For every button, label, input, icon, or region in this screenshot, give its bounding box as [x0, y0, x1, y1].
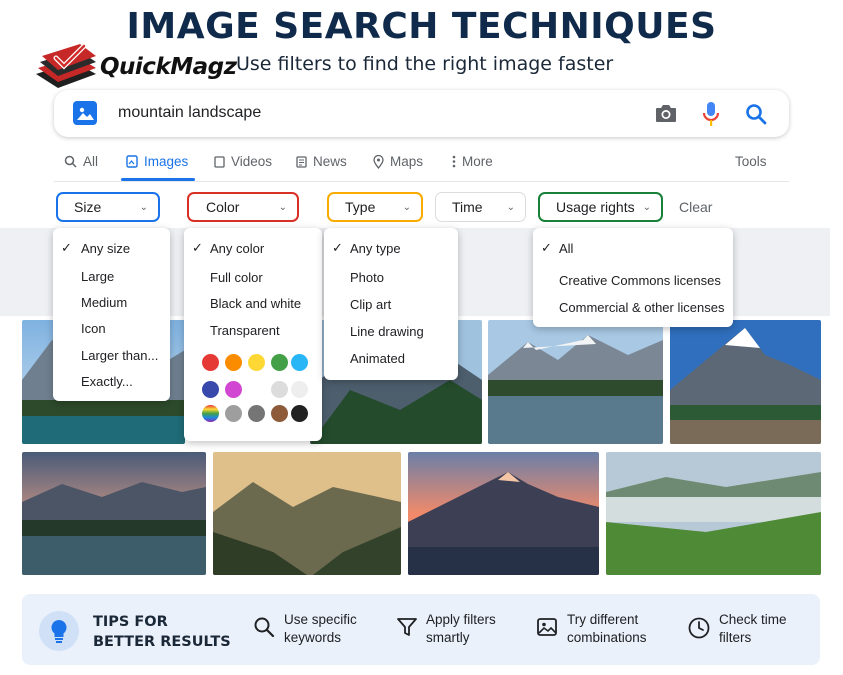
color-option[interactable]: Black and white: [210, 296, 301, 311]
filter-icon: [397, 618, 417, 636]
chevron-down-icon: ⌄: [402, 201, 411, 213]
color-swatch[interactable]: [225, 381, 242, 398]
color-swatch[interactable]: [271, 405, 288, 422]
search-input[interactable]: mountain landscape: [118, 104, 261, 122]
image-result[interactable]: [22, 452, 206, 575]
brand-logo-icon: [36, 44, 96, 88]
tabs-divider: [54, 181, 789, 182]
color-swatch[interactable]: [248, 405, 265, 422]
color-swatch[interactable]: [291, 405, 308, 422]
usage-option[interactable]: Commercial & other licenses: [559, 300, 724, 315]
size-option-any[interactable]: Any size: [81, 241, 130, 256]
tab-label: More: [462, 154, 493, 169]
filter-label: Type: [345, 199, 376, 215]
tab-label: Maps: [390, 154, 424, 169]
color-swatch[interactable]: [225, 405, 242, 422]
filter-label: Color: [206, 199, 240, 215]
tips-title: TIPS FOR BETTER RESULTS: [93, 614, 231, 650]
map-pin-icon: [373, 154, 384, 169]
tab-all[interactable]: All: [64, 154, 98, 169]
size-option[interactable]: Exactly...: [81, 374, 133, 389]
search-icon[interactable]: [744, 102, 768, 126]
size-option[interactable]: Large: [81, 269, 114, 284]
size-filter[interactable]: Size ⌄: [56, 192, 160, 222]
filter-label: Size: [74, 199, 102, 215]
page-title: IMAGE SEARCH TECHNIQUES: [126, 6, 717, 47]
type-option[interactable]: Clip art: [350, 297, 391, 312]
time-filter[interactable]: Time ⌄: [435, 192, 526, 222]
check-icon: ✓: [192, 240, 203, 255]
microphone-icon[interactable]: [701, 101, 721, 127]
image-result[interactable]: [670, 320, 821, 444]
type-option[interactable]: Line drawing: [350, 324, 424, 339]
clear-button[interactable]: Clear: [679, 199, 712, 215]
chevron-down-icon: ⌄: [506, 201, 515, 213]
image-result[interactable]: [213, 452, 401, 575]
filter-label: Time: [452, 199, 483, 215]
search-icon: [254, 617, 275, 638]
chevron-down-icon: ⌄: [139, 201, 148, 213]
search-icon: [64, 155, 77, 168]
tools-button[interactable]: Tools: [735, 154, 767, 169]
lightbulb-icon: [39, 611, 79, 651]
color-swatch[interactable]: [225, 354, 242, 371]
image-search-icon: [73, 101, 97, 125]
check-icon: ✓: [541, 240, 552, 255]
image-icon: [126, 155, 138, 168]
chevron-down-icon: ⌄: [278, 201, 287, 213]
image-result[interactable]: [606, 452, 821, 575]
camera-icon[interactable]: [654, 102, 678, 124]
color-swatch[interactable]: [202, 354, 219, 371]
brand-name: QuickMagz: [100, 54, 237, 80]
color-swatch[interactable]: [202, 405, 219, 422]
size-option[interactable]: Larger than...: [81, 348, 158, 363]
type-option[interactable]: Photo: [350, 270, 384, 285]
clock-icon: [688, 617, 710, 639]
size-option[interactable]: Medium: [81, 295, 127, 310]
tab-images[interactable]: Images: [126, 154, 188, 169]
tab-maps[interactable]: Maps: [373, 154, 423, 169]
color-swatch[interactable]: [248, 381, 265, 398]
more-vert-icon: [452, 155, 456, 168]
chevron-down-icon: ⌄: [642, 201, 651, 213]
image-result[interactable]: [408, 452, 599, 575]
tab-label: All: [83, 154, 99, 169]
tab-videos[interactable]: Videos: [214, 154, 272, 169]
size-option[interactable]: Icon: [81, 321, 106, 336]
color-option[interactable]: Full color: [210, 270, 263, 285]
color-swatch[interactable]: [291, 381, 308, 398]
video-icon: [214, 155, 225, 168]
filter-label: Usage rights: [556, 199, 635, 215]
color-swatch[interactable]: [202, 381, 219, 398]
tab-more[interactable]: More: [452, 154, 493, 169]
check-icon: ✓: [332, 240, 343, 255]
usage-rights-filter[interactable]: Usage rights ⌄: [538, 192, 663, 222]
color-option-any[interactable]: Any color: [210, 241, 264, 256]
color-swatch[interactable]: [248, 354, 265, 371]
tab-news[interactable]: News: [296, 154, 347, 169]
tab-label: News: [313, 154, 347, 169]
usage-option[interactable]: Creative Commons licenses: [559, 273, 721, 288]
page-subtitle: Use filters to find the right image fast…: [236, 53, 614, 75]
type-option-any[interactable]: Any type: [350, 241, 401, 256]
check-icon: ✓: [61, 240, 72, 255]
tab-label: Images: [144, 154, 189, 169]
color-swatch[interactable]: [271, 354, 288, 371]
tip-text: Use specific keywords: [284, 612, 357, 645]
color-filter[interactable]: Color ⌄: [187, 192, 299, 222]
image-icon: [537, 618, 557, 636]
color-swatch[interactable]: [291, 354, 308, 371]
active-tab-indicator: [121, 178, 195, 181]
type-option[interactable]: Animated: [350, 351, 405, 366]
tip-text: Try different combinations: [567, 612, 647, 645]
tip-text: Apply filters smartly: [426, 612, 496, 645]
image-result[interactable]: [488, 320, 663, 444]
news-icon: [296, 155, 307, 168]
type-filter[interactable]: Type ⌄: [327, 192, 423, 222]
color-option[interactable]: Transparent: [210, 323, 280, 338]
tip-text: Check time filters: [719, 612, 787, 645]
color-swatch[interactable]: [271, 381, 288, 398]
tab-label: Videos: [231, 154, 273, 169]
usage-option-all[interactable]: All: [559, 241, 573, 256]
